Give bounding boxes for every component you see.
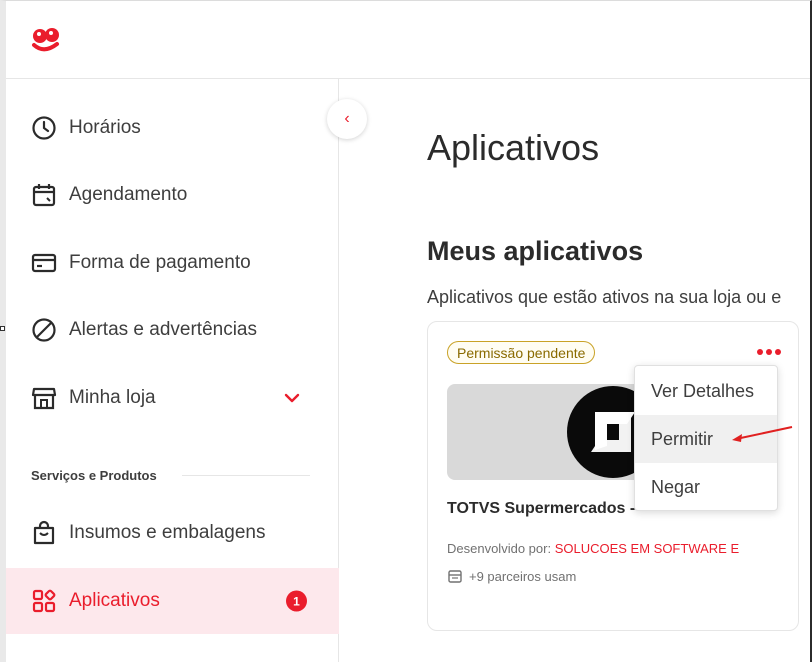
top-bar (6, 1, 810, 79)
store-icon (31, 387, 57, 410)
chevron-down-icon[interactable] (283, 392, 301, 404)
sidebar-item-alertas[interactable]: Alertas e advertências (6, 298, 339, 362)
page-title: Aplicativos (427, 127, 600, 168)
partners-text: +9 parceiros usam (469, 568, 577, 584)
sidebar-item-horarios[interactable]: Horários (6, 96, 339, 160)
developer-prefix: Desenvolvido por: (447, 541, 552, 556)
clock-icon (32, 116, 56, 140)
more-dots-icon (757, 349, 763, 355)
menu-item-ver-detalhes[interactable]: Ver Detalhes (635, 367, 777, 415)
developer-line: Desenvolvido por: SOLUCOES EM SOFTWARE E (447, 541, 739, 556)
section-title: Serviços e Produtos (31, 468, 157, 483)
sidebar-item-agendamento[interactable]: Agendamento (6, 163, 339, 227)
sidebar-item-label: Agendamento (69, 184, 188, 205)
sidebar-item-aplicativos[interactable]: Aplicativos 1 (6, 568, 339, 634)
partners-count: +9 parceiros usam (447, 568, 576, 584)
section-divider (182, 475, 310, 476)
status-badge: Permissão pendente (447, 341, 596, 364)
section-heading: Meus aplicativos (427, 236, 644, 266)
prohibited-icon (32, 318, 56, 342)
section-subtitle: Aplicativos que estão ativos na sua loja… (427, 287, 782, 307)
sidebar-item-insumos[interactable]: Insumos e embalagens (6, 501, 339, 565)
sidebar-item-label: Minha loja (69, 387, 156, 408)
store-small-icon (448, 570, 462, 583)
calendar-icon (32, 184, 56, 207)
sidebar-item-label: Forma de pagamento (69, 252, 251, 273)
shopping-bag-icon (33, 520, 55, 545)
developer-name[interactable]: SOLUCOES EM SOFTWARE E (555, 541, 739, 556)
annotation-arrow-icon (732, 426, 793, 442)
credit-card-icon (31, 253, 57, 273)
sidebar: Horários Agendamento Forma de pagamento … (6, 79, 339, 662)
sidebar-item-label: Alertas e advertências (69, 319, 257, 340)
menu-item-negar[interactable]: Negar (635, 463, 777, 511)
sidebar-item-label: Aplicativos (69, 590, 160, 611)
notification-badge: 1 (286, 590, 307, 612)
ifood-logo-icon[interactable] (31, 28, 61, 54)
sidebar-item-label: Insumos e embalagens (69, 522, 266, 543)
app-name: TOTVS Supermercados - (447, 500, 636, 517)
sidebar-item-label: Horários (69, 117, 141, 138)
resize-handle[interactable] (0, 326, 5, 331)
sidebar-item-forma-de-pagamento[interactable]: Forma de pagamento (6, 231, 339, 295)
apps-grid-icon (32, 589, 56, 613)
sidebar-item-minha-loja[interactable]: Minha loja (6, 366, 339, 430)
more-options-button[interactable] (757, 344, 781, 360)
